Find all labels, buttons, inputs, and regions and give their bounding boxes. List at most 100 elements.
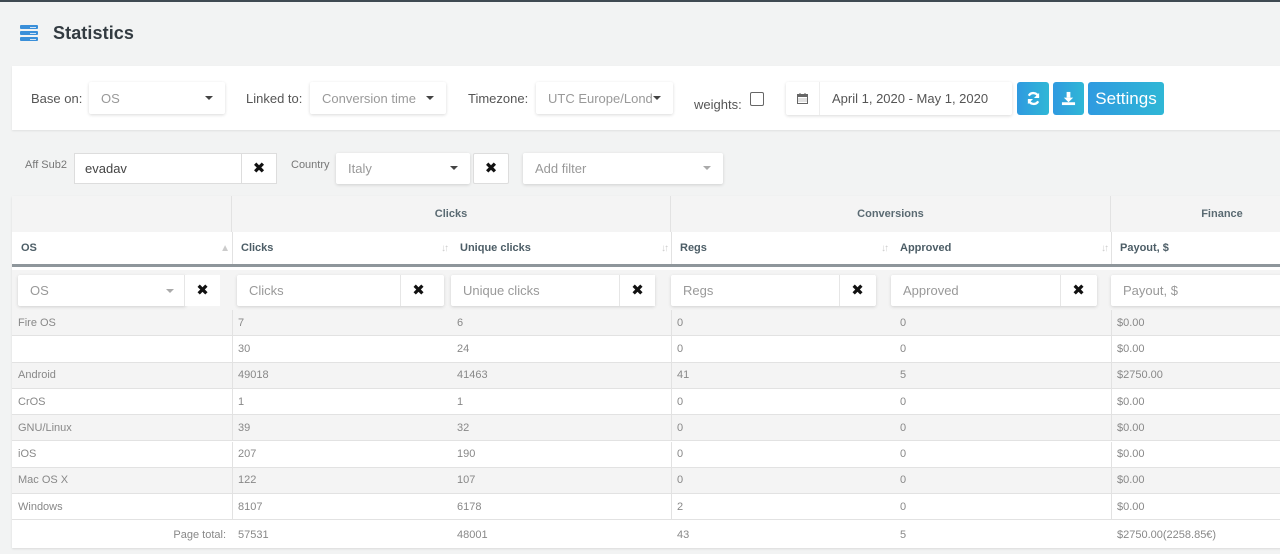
cell-approved: 0 [900,421,907,434]
cell-os: iOS [18,448,37,461]
table-row: Fire OS 7 6 0 0 $0.00 [12,310,1280,337]
sort-icon: ↓↑ [1101,243,1109,254]
divider [232,388,233,415]
column-header-approved[interactable]: Approved ↓↑ [891,232,1111,264]
timezone-select[interactable]: UTC Europe/Lond [536,82,673,114]
calendar-icon [786,82,820,115]
total-regs: 43 [677,529,690,541]
cell-os: Windows [18,500,63,513]
timezone-value: UTC Europe/Lond [548,90,653,106]
add-filter-select[interactable]: Add filter [523,153,723,184]
column-header-label: OS [21,242,37,254]
os-filter-select[interactable]: OS [18,275,186,306]
base-on-select[interactable]: OS [89,82,225,114]
divider [1111,362,1112,388]
cell-approved: 0 [900,342,907,355]
cell-unique-clicks: 41463 [457,369,488,382]
cell-unique-clicks: 107 [457,474,476,487]
country-label: Country [291,159,330,171]
linked-to-select[interactable]: Conversion time [310,82,446,114]
sort-asc-icon: ▲ [220,243,230,254]
divider [1111,310,1112,336]
divider [671,467,672,494]
cell-unique-clicks: 1 [457,395,464,408]
table-row: Windows 8107 6178 2 0 $0.00 [12,494,1280,521]
divider [1111,415,1112,441]
base-on-label: Base on: [31,91,83,106]
aff-sub2-input[interactable]: evadav [74,153,242,184]
sort-icon: ↓↑ [661,243,669,254]
cell-unique-clicks: 24 [457,342,470,355]
cell-os [12,336,18,361]
settings-button[interactable]: Settings [1088,82,1164,115]
clicks-filter-clear-button[interactable]: ✖ [400,275,436,306]
sort-icon: ↓↑ [441,243,449,254]
payout-filter-placeholder: Payout, $ [1123,283,1178,298]
chevron-down-icon [450,166,458,170]
divider [671,336,672,362]
cell-regs: 0 [677,316,684,329]
date-range-picker[interactable]: April 1, 2020 - May 1, 2020 [786,82,1012,115]
column-header-payout[interactable]: Payout, $ [1111,232,1280,264]
cell-clicks: 7 [238,316,245,329]
country-select[interactable]: Italy [336,153,470,184]
weights-checkbox[interactable] [750,92,764,106]
cell-regs: 0 [677,421,684,434]
cell-approved: 0 [900,474,907,487]
column-header-unique-clicks[interactable]: Unique clicks ↓↑ [451,232,671,264]
regs-filter-clear-button[interactable]: ✖ [839,275,875,306]
approved-filter-placeholder: Approved [903,283,959,298]
unique-clicks-filter-clear-button[interactable]: ✖ [619,275,655,306]
payout-filter-input[interactable]: Payout, $ [1111,275,1280,306]
column-header-label: Clicks [241,242,274,254]
cell-approved: 0 [900,395,907,408]
column-header-regs[interactable]: Regs ↓↑ [671,232,891,264]
cell-payout: $0.00 [1117,448,1145,461]
column-header-os[interactable]: OS ▲ [12,232,232,264]
refresh-icon [1027,91,1039,106]
server-list-icon [20,25,38,41]
close-icon: ✖ [1072,282,1085,299]
cell-os: Android [18,369,56,382]
refresh-button[interactable] [1017,82,1049,115]
divider [232,441,233,467]
table-row: 30 24 0 0 $0.00 [12,336,1280,363]
os-filter-clear-button[interactable]: ✖ [184,275,220,306]
divider [671,415,672,441]
column-header-label: Payout, $ [1120,242,1169,254]
cell-clicks: 122 [238,474,257,487]
chevron-down-icon [205,96,213,100]
cell-payout: $0.00 [1117,474,1145,487]
cell-clicks: 8107 [238,500,263,513]
cell-unique-clicks: 6 [457,316,464,329]
base-on-value: OS [101,90,120,106]
filter-panel: Aff Sub2 evadav ✖ Country Italy ✖ Add fi… [12,142,1280,196]
approved-filter-clear-button[interactable]: ✖ [1060,275,1096,306]
clicks-filter-placeholder: Clicks [249,283,284,298]
table-row: iOS 207 190 0 0 $0.00 [12,441,1280,468]
chevron-down-icon [653,96,661,100]
table-row: CrOS 1 1 0 0 $0.00 [12,388,1280,416]
page-title: Statistics [53,22,135,43]
close-icon: ✖ [252,160,266,177]
cell-regs: 0 [677,395,684,408]
divider [1111,336,1112,362]
table-row: GNU/Linux 39 32 0 0 $0.00 [12,415,1280,442]
group-header-empty [12,196,232,232]
aff-sub2-clear-button[interactable]: ✖ [241,153,277,184]
cell-os: GNU/Linux [18,421,72,434]
cell-os: CrOS [18,395,46,408]
os-filter-placeholder: OS [30,283,49,298]
column-header-clicks[interactable]: Clicks ↓↑ [232,232,451,264]
aff-sub2-label: Aff Sub2 [25,159,67,171]
divider [232,362,233,388]
divider [671,441,672,467]
cell-payout: $0.00 [1117,421,1145,434]
divider [232,467,233,494]
cell-clicks: 30 [238,342,251,355]
close-icon: ✖ [484,160,498,177]
cell-clicks: 39 [238,421,251,434]
country-clear-button[interactable]: ✖ [473,153,509,184]
divider [1111,494,1112,520]
download-button[interactable] [1053,82,1084,115]
